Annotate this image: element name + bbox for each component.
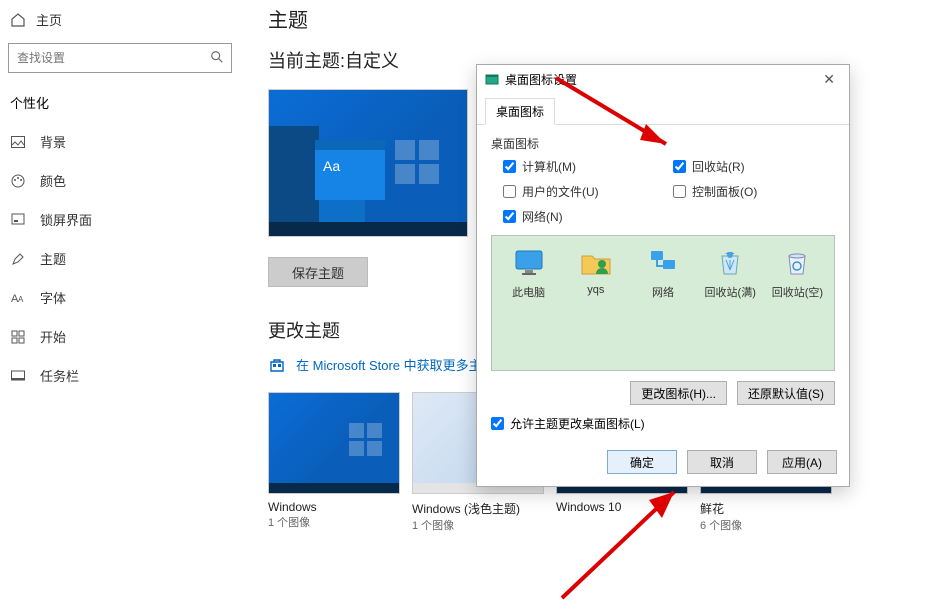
bin-empty-icon <box>783 248 811 278</box>
nav-label: 开始 <box>40 327 66 346</box>
check-userfiles[interactable]: 用户的文件(U) <box>503 183 665 200</box>
check-userfiles-box[interactable] <box>503 185 516 198</box>
grid-icon <box>10 329 26 345</box>
theme-name: Windows (浅色主题) <box>412 500 544 517</box>
brush-icon <box>10 251 26 267</box>
taskbar-icon <box>10 368 26 384</box>
icon-preview-box: 此电脑 yqs 网络 回收站(满) 回收站(空) <box>491 235 835 371</box>
check-recycle[interactable]: 回收站(R) <box>673 158 835 175</box>
icon-recycle-empty[interactable]: 回收站(空) <box>769 246 826 300</box>
nav-label: 颜色 <box>40 171 66 190</box>
theme-preview[interactable]: Aa <box>268 89 468 237</box>
check-controlpanel-box[interactable] <box>673 185 686 198</box>
icon-recycle-full[interactable]: 回收站(满) <box>702 246 759 300</box>
store-icon <box>268 356 286 374</box>
nav-background[interactable]: 背景 <box>0 122 240 161</box>
nav-themes[interactable]: 主题 <box>0 239 240 278</box>
home-icon <box>10 12 26 28</box>
dialog-titlebar: 桌面图标设置 ✕ <box>477 65 849 94</box>
bin-full-icon <box>716 248 744 278</box>
dialog-title-text: 桌面图标设置 <box>505 71 577 88</box>
theme-card[interactable]: Windows 1 个图像 <box>268 392 400 533</box>
nav-lockscreen[interactable]: 锁屏界面 <box>0 200 240 239</box>
home-label: 主页 <box>36 10 62 29</box>
theme-name: Windows 10 <box>556 500 688 514</box>
desktop-icons-dialog: 桌面图标设置 ✕ 桌面图标 桌面图标 计算机(M) 回收站(R) 用户的文件(U… <box>476 64 850 487</box>
nav-label: 主题 <box>40 249 66 268</box>
change-icon-button[interactable]: 更改图标(H)... <box>630 381 727 405</box>
icon-network[interactable]: 网络 <box>634 246 691 300</box>
nav-label: 字体 <box>40 288 66 307</box>
dialog-tabs: 桌面图标 <box>477 94 849 125</box>
cancel-button[interactable]: 取消 <box>687 450 757 474</box>
search-icon <box>210 50 224 69</box>
user-folder-icon <box>580 248 612 278</box>
nav-label: 背景 <box>40 132 66 151</box>
picture-icon <box>10 134 26 150</box>
nav-fonts[interactable]: AA 字体 <box>0 278 240 317</box>
check-network-box[interactable] <box>503 210 516 223</box>
check-computer-box[interactable] <box>503 160 516 173</box>
close-icon[interactable]: ✕ <box>817 71 841 88</box>
search-input[interactable] <box>8 43 232 73</box>
theme-count: 1 个图像 <box>268 514 400 530</box>
preview-sample-text: Aa <box>315 150 385 182</box>
network-icon <box>647 248 679 278</box>
theme-count: 1 个图像 <box>412 517 544 533</box>
allow-theme-change-box[interactable] <box>491 417 504 430</box>
nav-taskbar[interactable]: 任务栏 <box>0 356 240 395</box>
nav-start[interactable]: 开始 <box>0 317 240 356</box>
theme-count: 6 个图像 <box>700 517 832 533</box>
settings-sidebar: 主页 个性化 背景 颜色 锁屏界面 主题 AA 字体 开始 任务栏 <box>0 0 240 614</box>
monitor-icon <box>513 248 545 278</box>
svg-text:A: A <box>18 295 24 304</box>
font-icon: AA <box>10 290 26 306</box>
ok-button[interactable]: 确定 <box>607 450 677 474</box>
icon-label: yqs <box>587 284 604 296</box>
group-label: 桌面图标 <box>491 135 835 152</box>
check-controlpanel[interactable]: 控制面板(O) <box>673 183 835 200</box>
nav-colors[interactable]: 颜色 <box>0 161 240 200</box>
dialog-icon <box>485 73 499 87</box>
icon-label: 回收站(空) <box>772 284 823 300</box>
icon-this-pc[interactable]: 此电脑 <box>500 246 557 300</box>
palette-icon <box>10 173 26 189</box>
nav-label: 任务栏 <box>40 366 79 385</box>
search-wrap <box>8 43 232 73</box>
icon-label: 网络 <box>652 284 674 300</box>
save-theme-button[interactable]: 保存主题 <box>268 257 368 287</box>
check-recycle-box[interactable] <box>673 160 686 173</box>
icon-label: 回收站(满) <box>705 284 756 300</box>
theme-name: 鲜花 <box>700 500 832 517</box>
icon-user[interactable]: yqs <box>567 246 624 300</box>
check-computer[interactable]: 计算机(M) <box>503 158 665 175</box>
section-label: 个性化 <box>0 87 240 122</box>
check-network[interactable]: 网络(N) <box>503 208 665 225</box>
allow-theme-change[interactable]: 允许主题更改桌面图标(L) <box>491 415 835 432</box>
icon-label: 此电脑 <box>512 284 545 300</box>
home-link[interactable]: 主页 <box>0 6 240 33</box>
checkbox-grid: 计算机(M) 回收站(R) 用户的文件(U) 控制面板(O) 网络(N) <box>491 158 835 225</box>
theme-name: Windows <box>268 500 400 514</box>
store-link-label: 在 Microsoft Store 中获取更多主题 <box>296 355 495 374</box>
nav-label: 锁屏界面 <box>40 210 92 229</box>
page-title: 主题 <box>268 4 908 33</box>
restore-defaults-button[interactable]: 还原默认值(S) <box>737 381 835 405</box>
tab-desktop-icons[interactable]: 桌面图标 <box>485 98 555 125</box>
lockscreen-icon <box>10 212 26 228</box>
apply-button[interactable]: 应用(A) <box>767 450 837 474</box>
